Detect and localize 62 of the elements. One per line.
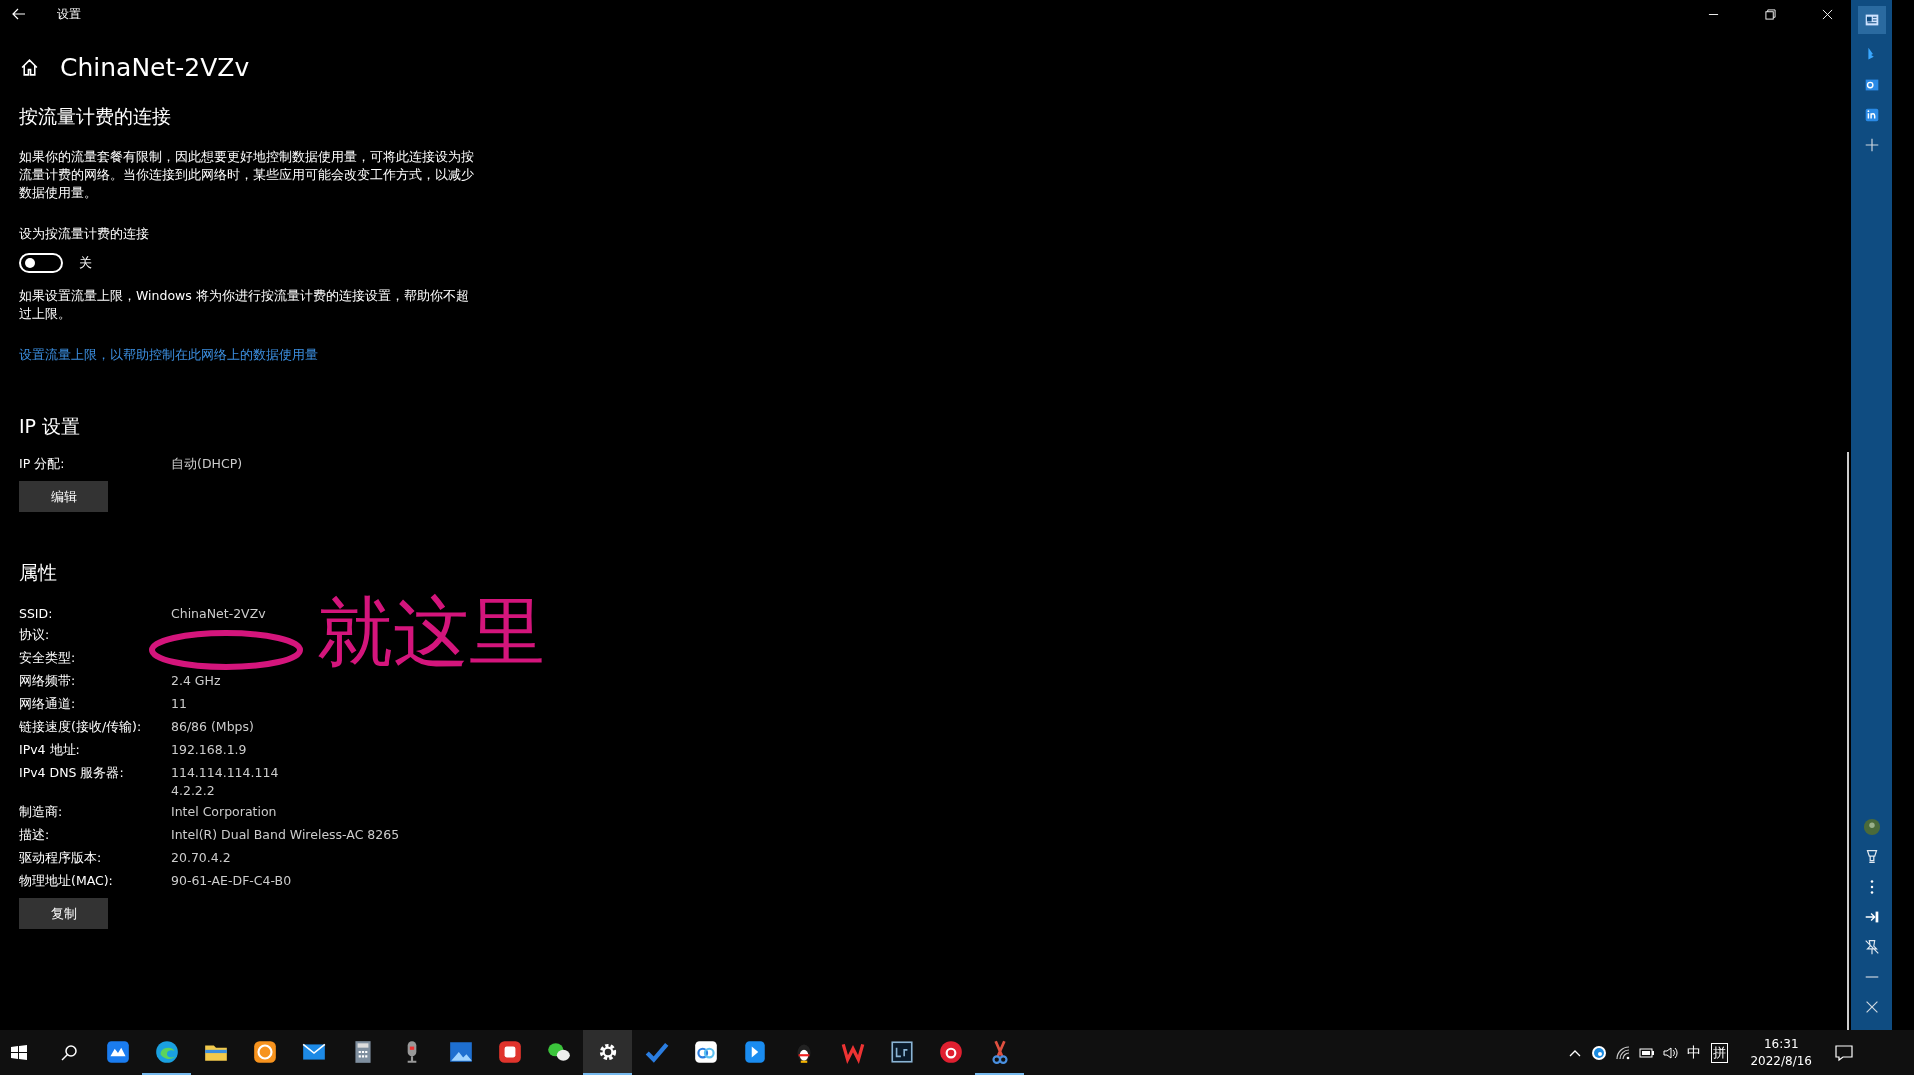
section-heading: 属性	[19, 560, 58, 585]
browser-icon[interactable]	[1591, 1044, 1608, 1061]
toggle-label: 设为按流量计费的连接	[19, 226, 150, 243]
property-label: 制造商:	[19, 804, 64, 821]
back-icon[interactable]	[11, 6, 27, 22]
app-tile-icon	[496, 1038, 523, 1065]
edit-button[interactable]: 编辑	[19, 481, 108, 512]
taskbar-app[interactable]	[583, 1030, 632, 1075]
property-label: 物理地址(MAC):	[19, 873, 114, 890]
property-value: 192.168.1.9	[171, 742, 248, 757]
property-label: 驱动程序版本:	[19, 850, 103, 867]
property-value: 20.70.4.2	[171, 850, 232, 865]
app-tile-icon	[251, 1038, 278, 1065]
home-icon[interactable]	[20, 58, 39, 77]
wifi-icon[interactable]	[1615, 1044, 1632, 1061]
property-label: IPv4 DNS 服务器:	[19, 765, 125, 782]
clock[interactable]: 16:31 2022/8/16	[1750, 1035, 1812, 1070]
property-label: 网络通道:	[19, 696, 77, 713]
clock-date: 2022/8/16	[1750, 1052, 1812, 1070]
property-value: 4.2.2.2	[171, 783, 216, 798]
property-label: IP 分配:	[19, 456, 66, 473]
property-value: 自动(DHCP)	[171, 456, 243, 473]
property-label: 链接速度(接收/传输):	[19, 719, 143, 736]
property-label: 描述:	[19, 827, 51, 844]
input-method-indicator[interactable]: 拼	[1711, 1042, 1729, 1063]
property-value: Intel Corporation	[171, 804, 278, 819]
description-text: 如果你的流量套餐有限制，因此想要更好地控制数据使用量，可将此连接设为按流量计费的网络。当你连接到此网络时，某些应用可能会改变工作方式，以减少数据使用量。	[19, 148, 475, 202]
property-label: 网络频带:	[19, 673, 77, 690]
mountain-app-icon	[104, 1038, 131, 1065]
section-heading: IP 设置	[19, 414, 82, 439]
property-label: SSID:	[19, 606, 54, 621]
note-text: 如果设置流量上限，Windows 将为你进行按流量计费的连接设置，帮助你不超过上限。	[19, 287, 470, 323]
property-label: IPv4 地址:	[19, 742, 81, 759]
property-value: 114.114.114.114	[171, 765, 280, 780]
property-value: 2.4 GHz	[171, 673, 222, 688]
clock-time: 16:31	[1763, 1035, 1799, 1053]
notification-icon[interactable]	[1834, 1042, 1854, 1063]
input-mode-indicator[interactable]: 中	[1687, 1043, 1702, 1062]
browser-icon	[153, 1038, 180, 1065]
property-value: Intel(R) Dual Band Wireless-AC 8265	[171, 827, 400, 842]
property-value: ChinaNet-2VZv	[171, 606, 267, 621]
property-value: 86/86 (Mbps)	[171, 719, 255, 734]
news-icon[interactable]	[1857, 6, 1886, 34]
app-tile-icon	[888, 1038, 915, 1065]
window-title: 设置	[57, 5, 81, 23]
section-heading: 按流量计费的连接	[19, 104, 172, 129]
windows-logo-icon[interactable]	[9, 1042, 29, 1063]
search-icon[interactable]	[59, 1042, 79, 1063]
annotation-text: 就这里	[317, 594, 545, 670]
property-label: 安全类型:	[19, 650, 77, 667]
property-label: 协议:	[19, 627, 51, 644]
copy-button[interactable]: 复制	[19, 898, 108, 929]
avatar-icon[interactable]	[1862, 818, 1881, 836]
toggle-switch[interactable]	[19, 253, 63, 273]
page-title: ChinaNet-2VZv	[60, 53, 250, 82]
restore-icon[interactable]	[1765, 8, 1776, 20]
data-limit-link[interactable]: 设置流量上限，以帮助控制在此网络上的数据使用量	[19, 347, 318, 364]
close-icon[interactable]	[1822, 8, 1833, 20]
property-value: 90-61-AE-DF-C4-B0	[171, 873, 293, 888]
toggle-state: 关	[79, 254, 92, 272]
property-value: 11	[171, 696, 188, 711]
speaker-icon[interactable]	[1663, 1044, 1680, 1061]
